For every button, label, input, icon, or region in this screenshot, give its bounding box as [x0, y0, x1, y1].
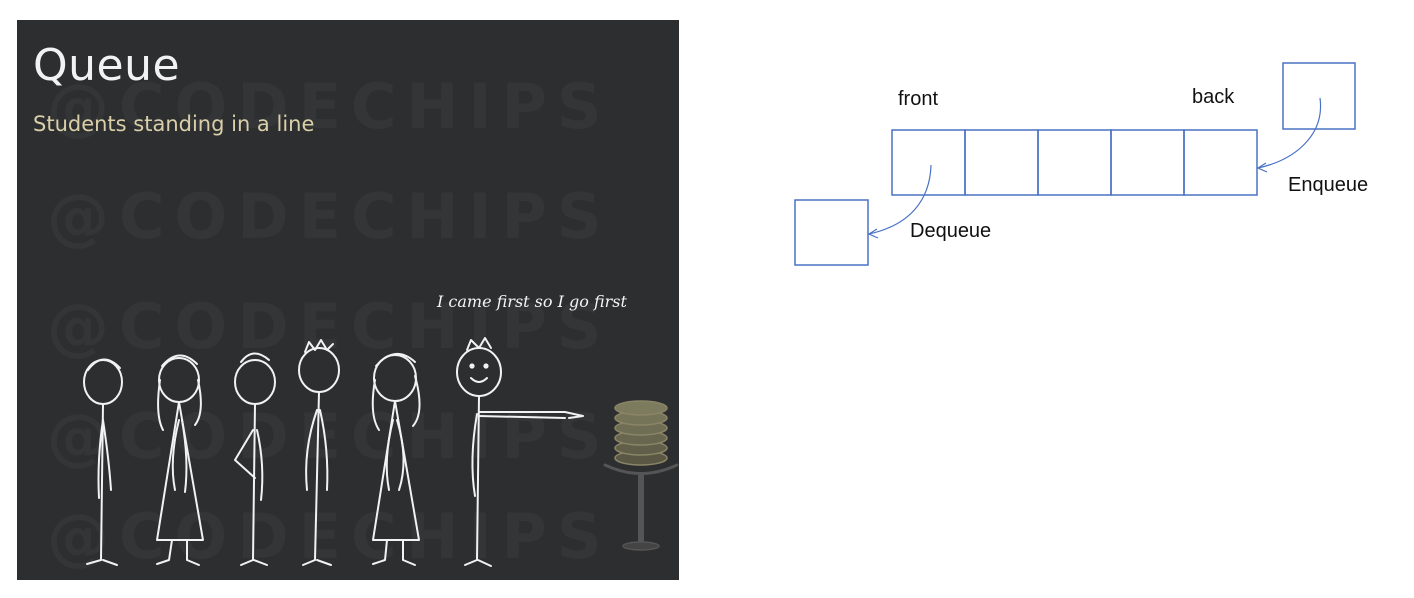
enqueue-arrow [1257, 97, 1322, 169]
dequeue-label: Dequeue [910, 220, 992, 242]
stick-figure-illustration [83, 337, 679, 567]
student-figure-5 [371, 353, 421, 566]
student-figure-3 [234, 352, 276, 566]
student-figure-2 [156, 354, 204, 566]
student-figure-4 [298, 339, 340, 566]
queue-cell [1183, 129, 1258, 196]
student-figure-6-pointing [456, 337, 584, 567]
student-figure-1 [83, 358, 123, 566]
queue-cells [891, 129, 1258, 196]
queue-illustration-slide: @CODECHIPS @CODECHIPS @CODECHIPS @CODECH… [17, 20, 679, 580]
front-label: front [898, 88, 939, 110]
dequeue-element-box [794, 199, 869, 266]
queue-cell [964, 129, 1039, 196]
queue-cell [1110, 129, 1185, 196]
coin-stack-on-table [603, 400, 679, 551]
enqueue-label: Enqueue [1288, 174, 1369, 196]
queue-cell [1037, 129, 1112, 196]
back-label: back [1192, 86, 1235, 108]
